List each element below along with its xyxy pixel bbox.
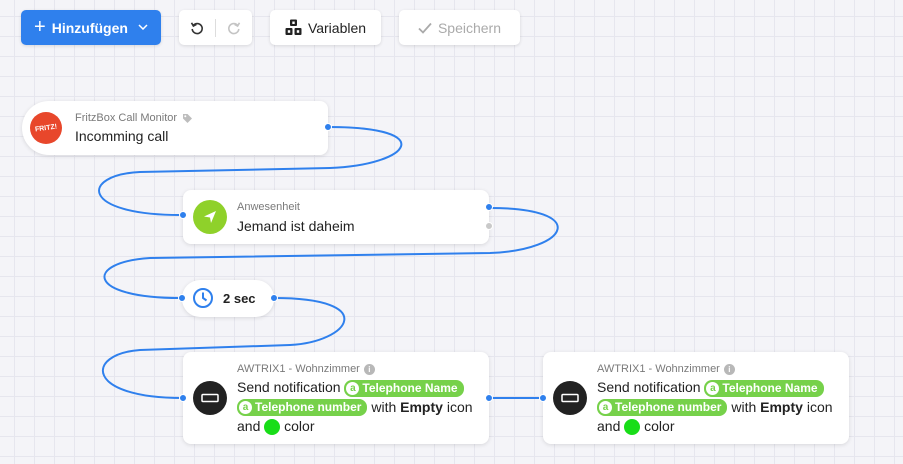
action-1-and: and <box>237 418 261 434</box>
fritzbox-logo-text: FRITZ! <box>34 122 58 134</box>
action-2-color-word: color <box>644 418 675 434</box>
action-2-and: and <box>597 418 621 434</box>
condition-subtitle: Anwesenheit <box>237 201 300 213</box>
at-icon: a <box>346 381 360 395</box>
variable-chip-label: Telephone Name <box>362 380 458 395</box>
delay-output-port[interactable] <box>270 294 278 302</box>
delay-input-port[interactable] <box>178 294 186 302</box>
action-2-with: with <box>731 398 757 415</box>
action-node-2[interactable]: AWTRIX1 - Wohnzimmer i Send notification … <box>539 352 849 444</box>
trigger-subtitle-text: FritzBox Call Monitor <box>75 112 178 124</box>
awtrix-display-icon <box>553 381 587 415</box>
at-icon: a <box>706 381 720 395</box>
color-swatch <box>624 419 641 436</box>
variable-chip-label: Telephone Name <box>722 380 818 395</box>
trigger-node[interactable]: FRITZ! FritzBox Call Monitor Incomming c… <box>22 101 332 155</box>
variable-chip-telephone-number[interactable]: a Telephone number <box>597 399 728 417</box>
action-1-description: Send notification a Telephone Name a Telep… <box>237 378 487 437</box>
delay-node[interactable]: 2 sec <box>178 280 278 317</box>
fritzbox-logo-icon: FRITZ! <box>30 112 62 144</box>
variable-chip-telephone-name[interactable]: a Telephone Name <box>704 379 824 397</box>
action-1-icon-value: Empty <box>400 398 443 415</box>
action-2-icon-value: Empty <box>760 398 803 415</box>
action-1-subtitle-text: AWTRIX1 - Wohnzimmer <box>237 363 360 375</box>
action-1-subtitle: AWTRIX1 - Wohnzimmer i <box>237 363 375 375</box>
condition-node[interactable]: Anwesenheit Jemand ist daheim <box>179 190 493 244</box>
action-1-input-port[interactable] <box>179 394 187 402</box>
action-2-subtitle: AWTRIX1 - Wohnzimmer i <box>597 363 735 375</box>
condition-false-port[interactable] <box>485 222 493 230</box>
condition-title: Jemand ist daheim <box>237 218 355 234</box>
action-1-with: with <box>371 398 397 415</box>
action-2-icon-word: icon <box>806 398 833 415</box>
tag-icon <box>183 113 193 123</box>
navigation-arrow-icon <box>193 200 227 234</box>
action-2-input-port[interactable] <box>539 394 547 402</box>
action-2-description: Send notification a Telephone Name a Telep… <box>597 378 847 437</box>
trigger-output-port[interactable] <box>324 123 332 131</box>
trigger-subtitle: FritzBox Call Monitor <box>75 112 193 124</box>
awtrix-display-icon <box>193 381 227 415</box>
info-icon[interactable]: i <box>363 363 375 375</box>
variable-chip-telephone-number[interactable]: a Telephone number <box>237 399 368 417</box>
color-swatch <box>264 419 281 436</box>
clock-icon <box>193 288 213 308</box>
action-2-subtitle-text: AWTRIX1 - Wohnzimmer <box>597 363 720 375</box>
action-2-prefix: Send notification <box>597 379 701 395</box>
info-icon[interactable]: i <box>723 363 735 375</box>
variable-chip-label: Telephone number <box>255 400 362 415</box>
action-1-output-port[interactable] <box>485 394 493 402</box>
delay-title: 2 sec <box>223 291 256 306</box>
condition-input-port[interactable] <box>179 211 187 219</box>
action-node-1[interactable]: AWTRIX1 - Wohnzimmer i Send notification … <box>179 352 493 444</box>
variable-chip-telephone-name[interactable]: a Telephone Name <box>344 379 464 397</box>
action-1-color-word: color <box>284 418 315 434</box>
trigger-title: Incomming call <box>75 128 169 144</box>
action-1-icon-word: icon <box>446 398 473 415</box>
variable-chip-label: Telephone number <box>615 400 722 415</box>
condition-true-port[interactable] <box>485 203 493 211</box>
at-icon: a <box>239 401 252 415</box>
action-1-prefix: Send notification <box>237 379 341 395</box>
at-icon: a <box>599 401 612 415</box>
